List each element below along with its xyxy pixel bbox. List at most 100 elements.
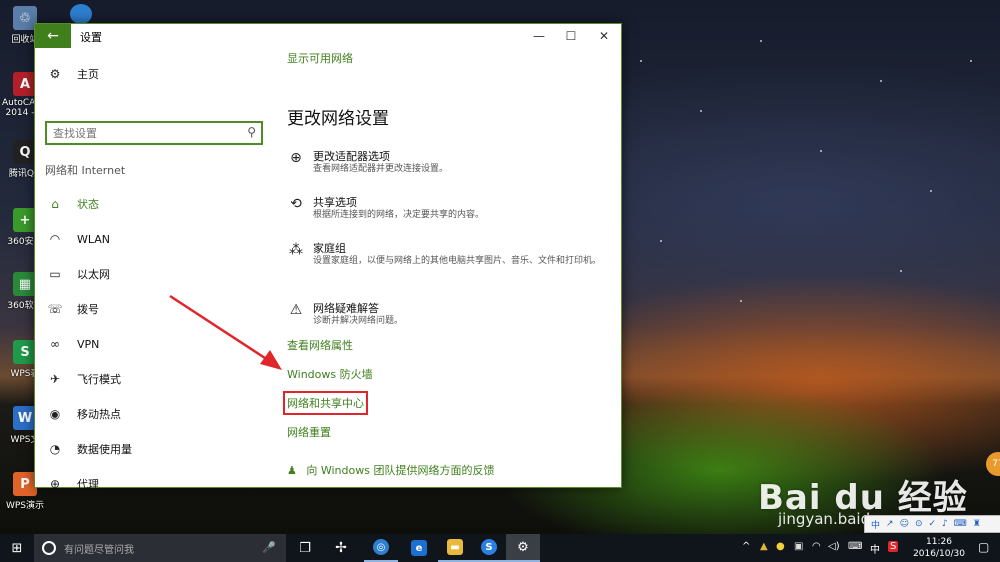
ime-item[interactable]: ♜ — [973, 519, 981, 529]
settings-window: ← 设置 — ☐ ✕ ⚙ 主页 ⚲ 网络和 Internet — [34, 23, 622, 491]
taskbar-clock[interactable]: 11:26 2016/10/30 — [904, 536, 974, 560]
settings-content: 显示可用网络 更改网络设置 ⊕ 更改适配器选项 查看网络适配器并更改连接设置。 … — [283, 48, 607, 486]
tray-app-icon[interactable]: ▲ — [760, 541, 768, 552]
nav-item-vpn[interactable]: ∞ VPN — [45, 331, 263, 357]
taskbar-app-edge[interactable]: e — [402, 534, 436, 562]
sogou-ime-icon[interactable]: S — [888, 541, 899, 552]
ime-indicator[interactable]: 中 — [870, 541, 880, 556]
show-available-networks-link[interactable]: 显示可用网络 — [287, 50, 353, 66]
keyboard-icon[interactable]: ⌨ — [848, 541, 862, 552]
star — [930, 190, 932, 192]
taskbar-search[interactable]: 有问题尽管问我 🎤 — [34, 534, 286, 562]
cortana-icon — [42, 541, 56, 555]
nav-item-label: 状态 — [77, 198, 99, 211]
nav-item-data-usage[interactable]: ◔ 数据使用量 — [45, 436, 263, 462]
ime-item[interactable]: ☺ — [900, 519, 909, 529]
nav-item-airplane-mode[interactable]: ✈ 飞行模式 — [45, 366, 263, 392]
option-homegroup[interactable]: ⁂ 家庭组 设置家庭组，以便与网络上的其他电脑共享图片、音乐、文件和打印机。 — [287, 240, 607, 284]
star — [700, 110, 702, 112]
tray-app-icon[interactable]: ● — [776, 541, 785, 552]
taskbar-search-placeholder: 有问题尽管问我 — [64, 544, 134, 556]
option-title: 更改适配器选项 — [313, 150, 390, 163]
option-description: 根据所连接到的网络，决定要共享的内容。 — [313, 210, 485, 220]
taskbar-app-fan[interactable]: ✢ — [324, 534, 358, 562]
minimize-button[interactable]: — — [523, 24, 555, 48]
app-360browser-icon — [70, 4, 92, 24]
taskbar: ⊞ 有问题尽管问我 🎤 ❐ ✢ ◎ e ▬ S ⚙ ^ ▲ ● ▣ ◠ ◁) ⌨… — [0, 534, 1000, 562]
ethernet-icon: ▭ — [49, 267, 61, 281]
option-description: 诊断并解决网络问题。 — [313, 316, 404, 326]
star — [660, 240, 662, 242]
taskbar-app-settings[interactable]: ⚙ — [506, 534, 540, 562]
nav-item-dialup[interactable]: ☏ 拨号 — [45, 296, 263, 322]
homegroup-icon: ⁂ — [289, 242, 303, 258]
floating-bubble[interactable]: 77 — [986, 452, 1000, 476]
feedback-link[interactable]: ♟ 向 Windows 团队提供网络方面的反馈 — [287, 462, 494, 478]
tray-chevron-icon[interactable]: ^ — [742, 541, 750, 552]
search-box[interactable]: ⚲ — [45, 121, 263, 145]
feedback-person-icon: ♟ — [287, 464, 297, 477]
nav-item-wlan[interactable]: ◠ WLAN — [45, 226, 263, 252]
ime-item[interactable]: ✓ — [929, 519, 937, 529]
title-bar[interactable]: ← 设置 — ☐ ✕ — [35, 24, 621, 48]
back-button[interactable]: ← — [35, 24, 71, 48]
notification-center-icon[interactable]: ▢ — [978, 540, 989, 554]
network-properties-link[interactable]: 查看网络属性 — [287, 337, 353, 353]
option-title: 共享选项 — [313, 196, 357, 209]
windows-logo-icon: ⊞ — [11, 540, 23, 556]
ime-item[interactable]: ↗ — [886, 519, 894, 529]
maximize-button[interactable]: ☐ — [555, 24, 587, 48]
ime-item[interactable]: 中 — [871, 518, 880, 531]
search-icon[interactable]: ⚲ — [247, 125, 256, 139]
star — [820, 150, 822, 152]
adapter-globe-icon: ⊕ — [290, 150, 302, 166]
desktop-icon-label: WPS演示 — [5, 501, 45, 511]
airplane-icon: ✈ — [49, 372, 61, 386]
ime-toolbar[interactable]: 中 ↗ ☺ ⊙ ✓ ♪ ⌨ ♜ — [864, 515, 1000, 533]
minimize-icon: — — [533, 29, 545, 43]
page-title: 更改网络设置 — [287, 109, 389, 129]
globe-icon: ⊕ — [49, 477, 61, 491]
warning-icon: ⚠ — [289, 302, 303, 318]
microphone-icon[interactable]: 🎤 — [262, 541, 276, 554]
option-description: 查看网络适配器并更改连接设置。 — [313, 164, 449, 174]
task-view-button[interactable]: ❐ — [288, 534, 322, 562]
tray-app-icon[interactable]: ▣ — [794, 541, 803, 552]
network-reset-link[interactable]: 网络重置 — [287, 424, 331, 440]
wifi-icon[interactable]: ◠ — [812, 541, 821, 552]
nav-item-status[interactable]: ⌂ 状态 — [45, 191, 263, 217]
folder-icon: ▬ — [447, 539, 463, 555]
option-change-adapter[interactable]: ⊕ 更改适配器选项 查看网络适配器并更改连接设置。 — [287, 148, 607, 178]
nav-section-heading: 网络和 Internet — [45, 164, 126, 177]
start-button[interactable]: ⊞ — [0, 534, 34, 562]
option-title: 家庭组 — [313, 242, 346, 255]
nav-home[interactable]: ⚙ 主页 — [45, 61, 263, 87]
ime-item[interactable]: ⌨ — [954, 519, 967, 529]
taskbar-app-sogou-browser[interactable]: S — [472, 534, 506, 562]
dialup-icon: ☏ — [47, 302, 63, 316]
star — [640, 60, 642, 62]
taskbar-app-file-explorer[interactable]: ▬ — [438, 534, 472, 562]
close-icon: ✕ — [598, 29, 610, 43]
desktop-icon-top[interactable] — [70, 4, 96, 24]
nav-item-label: 代理 — [77, 478, 99, 491]
edge-icon: e — [411, 540, 427, 556]
close-button[interactable]: ✕ — [588, 24, 620, 48]
option-troubleshoot[interactable]: ⚠ 网络疑难解答 诊断并解决网络问题。 — [287, 300, 607, 330]
taskbar-app-360browser[interactable]: ◎ — [364, 534, 398, 562]
network-sharing-center-link[interactable]: 网络和共享中心 — [283, 391, 368, 415]
ime-item[interactable]: ♪ — [942, 519, 948, 529]
windows-firewall-link[interactable]: Windows 防火墙 — [287, 366, 373, 382]
star — [740, 300, 742, 302]
search-input[interactable] — [47, 123, 233, 143]
volume-icon[interactable]: ◁) — [828, 541, 840, 552]
star — [900, 270, 902, 272]
ime-item[interactable]: ⊙ — [915, 519, 923, 529]
nav-item-mobile-hotspot[interactable]: ◉ 移动热点 — [45, 401, 263, 427]
sharing-icon: ⟲ — [290, 196, 302, 212]
clock-date: 2016/10/30 — [913, 549, 965, 559]
nav-item-proxy[interactable]: ⊕ 代理 — [45, 471, 263, 497]
nav-item-ethernet[interactable]: ▭ 以太网 — [45, 261, 263, 287]
data-usage-icon: ◔ — [49, 442, 61, 456]
option-sharing[interactable]: ⟲ 共享选项 根据所连接到的网络，决定要共享的内容。 — [287, 194, 607, 224]
